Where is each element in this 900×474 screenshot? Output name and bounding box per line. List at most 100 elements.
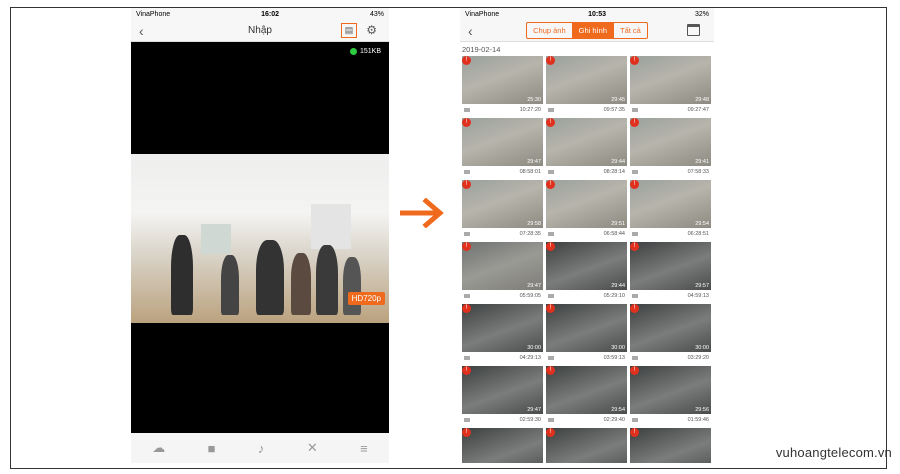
recording-thumbnail[interactable]: ! 30:00: [630, 304, 711, 352]
recording-duration: 29:51: [611, 221, 625, 227]
page-title: Nhập: [248, 25, 272, 36]
recording-item[interactable]: ! 30:00 04:29:13: [462, 304, 543, 364]
playback-icon[interactable]: ▤: [341, 23, 357, 38]
recording-item[interactable]: !: [546, 428, 627, 463]
recording-time: 07:58:33: [687, 169, 709, 175]
quality-badge[interactable]: HD720p: [347, 292, 385, 305]
recording-item[interactable]: ! 29:44 08:28:14: [546, 118, 627, 178]
recording-item[interactable]: ! 29:54 02:29:40: [546, 366, 627, 426]
recording-item[interactable]: ! 29:47 08:58:01: [462, 118, 543, 178]
recording-thumbnail[interactable]: ! 29:58: [462, 180, 543, 228]
recording-thumbnail[interactable]: ! 29:44: [546, 118, 627, 166]
cloud-upload-icon[interactable]: ☁: [152, 440, 165, 456]
recording-time: 08:58:01: [519, 169, 541, 175]
date-header: 2019-02-14: [462, 45, 501, 54]
tab-photos[interactable]: Chụp ảnh: [527, 23, 573, 38]
recording-thumbnail[interactable]: !: [630, 428, 711, 463]
mute-icon[interactable]: ✕: [307, 440, 318, 456]
recording-item[interactable]: ! 29:56 01:59:46: [630, 366, 711, 426]
recording-item[interactable]: ! 29:44 05:29:10: [546, 242, 627, 302]
recording-thumbnail[interactable]: ! 29:44: [546, 242, 627, 290]
bitrate-label: 151KB: [359, 48, 381, 55]
arrow-right-icon: [400, 198, 444, 228]
recording-duration: 30:00: [611, 345, 625, 351]
recording-thumbnail[interactable]: ! 29:47: [462, 242, 543, 290]
recording-duration: 29:48: [695, 97, 709, 103]
recording-time: 03:59:13: [603, 355, 625, 361]
status-bar: VinaPhone 10:53 32%: [460, 8, 714, 20]
back-icon[interactable]: ‹: [468, 23, 473, 39]
tab-all[interactable]: Tất cả: [614, 23, 647, 38]
alarm-flag-icon: !: [462, 242, 471, 251]
recording-item[interactable]: ! 25:30 10:27:20: [462, 56, 543, 116]
recording-meta: 09:57:35: [546, 104, 627, 116]
recording-thumbnail[interactable]: ! 29:41: [630, 118, 711, 166]
recording-item[interactable]: ! 29:57 04:59:13: [630, 242, 711, 302]
microphone-icon[interactable]: ♪: [258, 441, 265, 456]
recording-time: 07:28:35: [519, 231, 541, 237]
tab-videos[interactable]: Ghi hình: [572, 23, 615, 38]
recording-item[interactable]: ! 29:58 07:28:35: [462, 180, 543, 240]
recording-meta: 02:59:30: [462, 414, 543, 426]
recording-thumbnail[interactable]: ! 29:45: [546, 56, 627, 104]
video-camera-icon[interactable]: ■: [208, 441, 216, 456]
recording-duration: 29:47: [527, 159, 541, 165]
recording-meta: 02:29:40: [546, 414, 627, 426]
recording-item[interactable]: ! 29:48 09:27:47: [630, 56, 711, 116]
menu-icon[interactable]: ≡: [360, 441, 368, 456]
video-camera-icon: [632, 356, 638, 360]
recording-thumbnail[interactable]: ! 29:47: [462, 366, 543, 414]
live-video-frame[interactable]: HD720p: [131, 154, 389, 323]
recording-thumbnail[interactable]: ! 29:54: [630, 180, 711, 228]
recording-thumbnail[interactable]: !: [546, 428, 627, 463]
alarm-flag-icon: !: [630, 428, 639, 437]
recording-time: 01:59:46: [687, 417, 709, 423]
recording-thumbnail[interactable]: ! 29:51: [546, 180, 627, 228]
nav-bar: ‹ Chụp ảnh Ghi hình Tất cả: [460, 20, 714, 42]
video-camera-icon: [632, 294, 638, 298]
recording-duration: 29:44: [611, 159, 625, 165]
recording-thumbnail[interactable]: ! 29:56: [630, 366, 711, 414]
recording-item[interactable]: ! 29:54 06:28:51: [630, 180, 711, 240]
recording-thumbnail[interactable]: ! 29:54: [546, 366, 627, 414]
recording-thumbnail[interactable]: ! 29:48: [630, 56, 711, 104]
gear-icon[interactable]: ⚙: [366, 23, 377, 37]
recording-item[interactable]: !: [630, 428, 711, 463]
recording-time: 03:29:20: [687, 355, 709, 361]
recording-item[interactable]: ! 30:00 03:29:20: [630, 304, 711, 364]
recording-item[interactable]: !: [462, 428, 543, 463]
recording-item[interactable]: ! 29:51 06:58:44: [546, 180, 627, 240]
recording-thumbnail[interactable]: ! 30:00: [462, 304, 543, 352]
recording-thumbnail[interactable]: !: [462, 428, 543, 463]
recording-meta: 05:29:10: [546, 290, 627, 302]
recording-duration: 29:47: [527, 283, 541, 289]
recording-meta: 06:58:44: [546, 228, 627, 240]
bottom-toolbar: ☁ ■ ♪ ✕ ≡: [131, 433, 389, 463]
video-camera-icon: [464, 108, 470, 112]
recording-thumbnail[interactable]: ! 29:57: [630, 242, 711, 290]
recording-item[interactable]: ! 29:41 07:58:33: [630, 118, 711, 178]
recording-thumbnail[interactable]: ! 29:47: [462, 118, 543, 166]
alarm-flag-icon: !: [462, 366, 471, 375]
recording-meta: 04:59:13: [630, 290, 711, 302]
recording-meta: 10:27:20: [462, 104, 543, 116]
video-camera-icon: [548, 418, 554, 422]
calendar-icon[interactable]: [687, 24, 700, 36]
alarm-flag-icon: !: [462, 304, 471, 313]
recording-meta: 08:28:14: [546, 166, 627, 178]
video-camera-icon: [548, 108, 554, 112]
recording-time: 08:28:14: [603, 169, 625, 175]
recording-thumbnail[interactable]: ! 30:00: [546, 304, 627, 352]
recording-item[interactable]: ! 29:47 02:59:30: [462, 366, 543, 426]
recording-thumbnail[interactable]: ! 25:30: [462, 56, 543, 104]
recording-item[interactable]: ! 29:47 05:59:05: [462, 242, 543, 302]
recording-duration: 29:58: [527, 221, 541, 227]
back-icon[interactable]: ‹: [139, 23, 144, 39]
video-camera-icon: [548, 356, 554, 360]
recording-time: 04:59:13: [687, 293, 709, 299]
battery: 32%: [694, 10, 709, 18]
video-camera-icon: [464, 170, 470, 174]
recording-time: 09:57:35: [603, 107, 625, 113]
recording-item[interactable]: ! 30:00 03:59:13: [546, 304, 627, 364]
recording-item[interactable]: ! 29:45 09:57:35: [546, 56, 627, 116]
